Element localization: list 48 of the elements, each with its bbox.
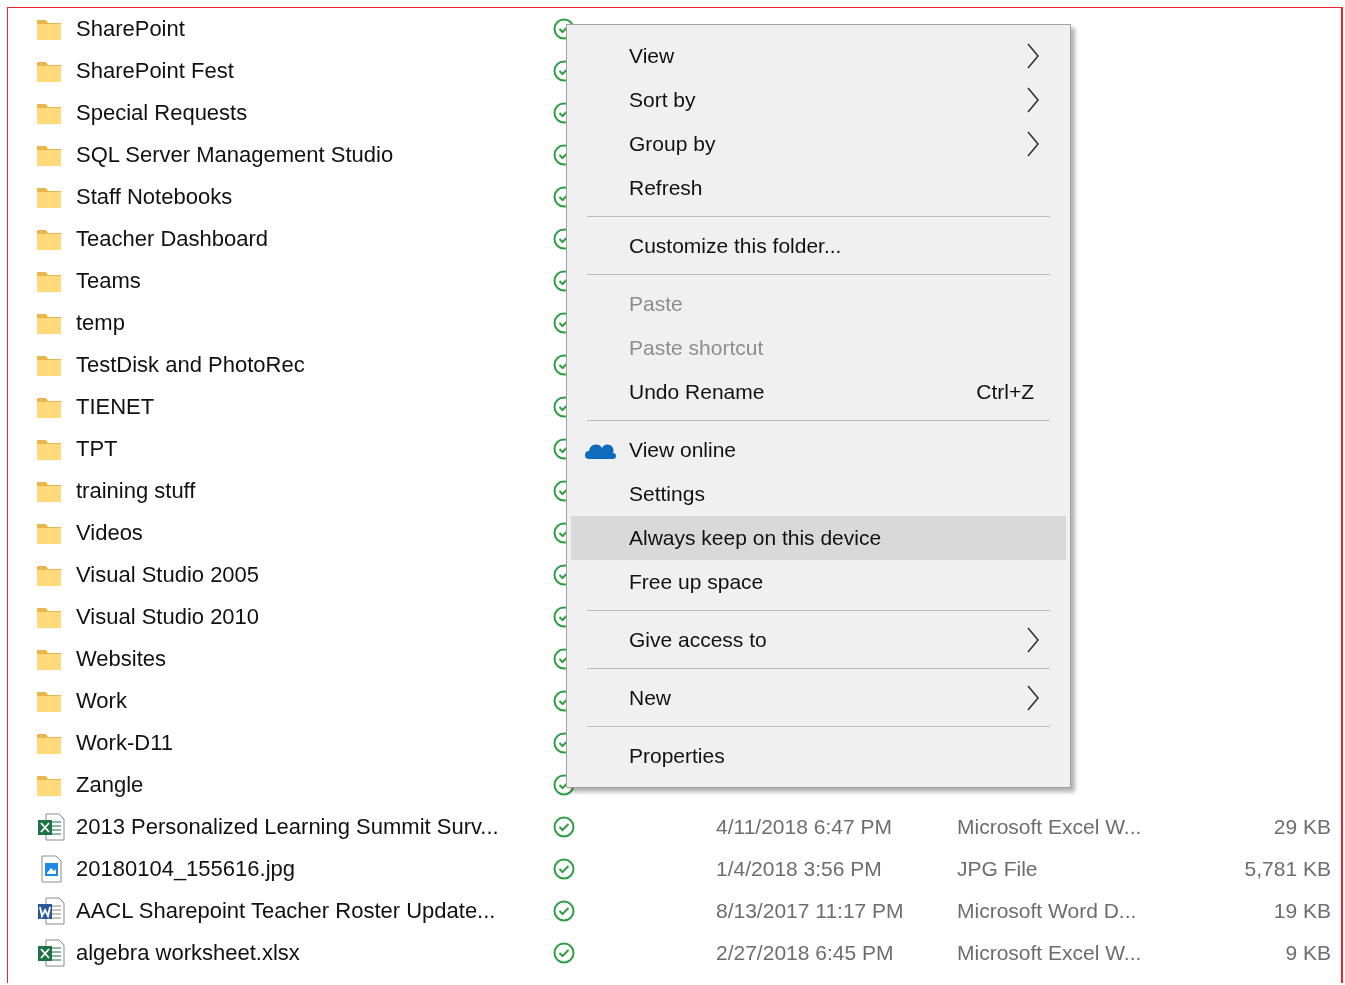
file-name[interactable]: AACL Sharepoint Teacher Roster Update...	[66, 898, 553, 924]
file-name[interactable]: SharePoint Fest	[66, 58, 553, 84]
file-name[interactable]: Teacher Dashboard	[66, 226, 553, 252]
file-name[interactable]: Zangle	[66, 772, 553, 798]
file-name[interactable]: Teams	[66, 268, 553, 294]
file-name[interactable]: algebra worksheet.xlsx	[66, 940, 553, 966]
file-name[interactable]: 20180104_155616.jpg	[66, 856, 553, 882]
file-name[interactable]: Special Requests	[66, 100, 553, 126]
menu-item[interactable]: Refresh	[571, 166, 1066, 210]
file-size: 9 KB	[1285, 941, 1332, 965]
file-type: JPG File	[957, 857, 1038, 881]
menu-item[interactable]: New	[571, 676, 1066, 720]
menu-item[interactable]: Sort by	[571, 78, 1066, 122]
menu-item[interactable]: Group by	[571, 122, 1066, 166]
file-name[interactable]: SharePoint	[66, 16, 553, 42]
file-name[interactable]: Videos	[66, 520, 553, 546]
file-name[interactable]: training stuff	[66, 478, 553, 504]
file-size: 29 KB	[1273, 815, 1332, 839]
date-modified: 4/11/2018 6:47 PM	[716, 815, 892, 839]
file-name[interactable]: TestDisk and PhotoRec	[66, 352, 553, 378]
date-modified: 8/13/2017 11:17 PM	[716, 899, 904, 923]
menu-item[interactable]: Customize this folder...	[571, 224, 1066, 268]
file-name[interactable]: 2013 Personalized Learning Summit Surv...	[66, 814, 553, 840]
file-name[interactable]: Visual Studio 2005	[66, 562, 553, 588]
menu-item[interactable]: Properties	[571, 734, 1066, 778]
file-size: 5,781 KB	[1244, 857, 1332, 881]
menu-item[interactable]: View	[571, 34, 1066, 78]
menu-item[interactable]: Free up space	[571, 560, 1066, 604]
file-name[interactable]: SQL Server Management Studio	[66, 142, 553, 168]
file-size: 19 KB	[1273, 899, 1332, 923]
file-name[interactable]: Websites	[66, 646, 553, 672]
file-name[interactable]: Work-D11	[66, 730, 553, 756]
menu-item[interactable]: Give access to	[571, 618, 1066, 662]
menu-item[interactable]: View online	[571, 428, 1066, 472]
file-type: Microsoft Excel W...	[957, 815, 1142, 839]
file-name[interactable]: Visual Studio 2010	[66, 604, 553, 630]
menu-item[interactable]: Undo Rename Ctrl+Z	[571, 370, 1066, 414]
file-name[interactable]: TPT	[66, 436, 553, 462]
date-modified: 1/4/2018 3:56 PM	[716, 857, 882, 881]
file-name[interactable]: Work	[66, 688, 553, 714]
file-name[interactable]: Staff Notebooks	[66, 184, 553, 210]
file-name[interactable]: temp	[66, 310, 553, 336]
menu-item[interactable]: Always keep on this device	[571, 516, 1066, 560]
file-type: Microsoft Excel W...	[957, 941, 1142, 965]
date-modified: 2/27/2018 6:45 PM	[716, 941, 894, 965]
menu-item[interactable]: Settings	[571, 472, 1066, 516]
file-type: Microsoft Word D...	[957, 899, 1137, 923]
file-name[interactable]: TIENET	[66, 394, 553, 420]
